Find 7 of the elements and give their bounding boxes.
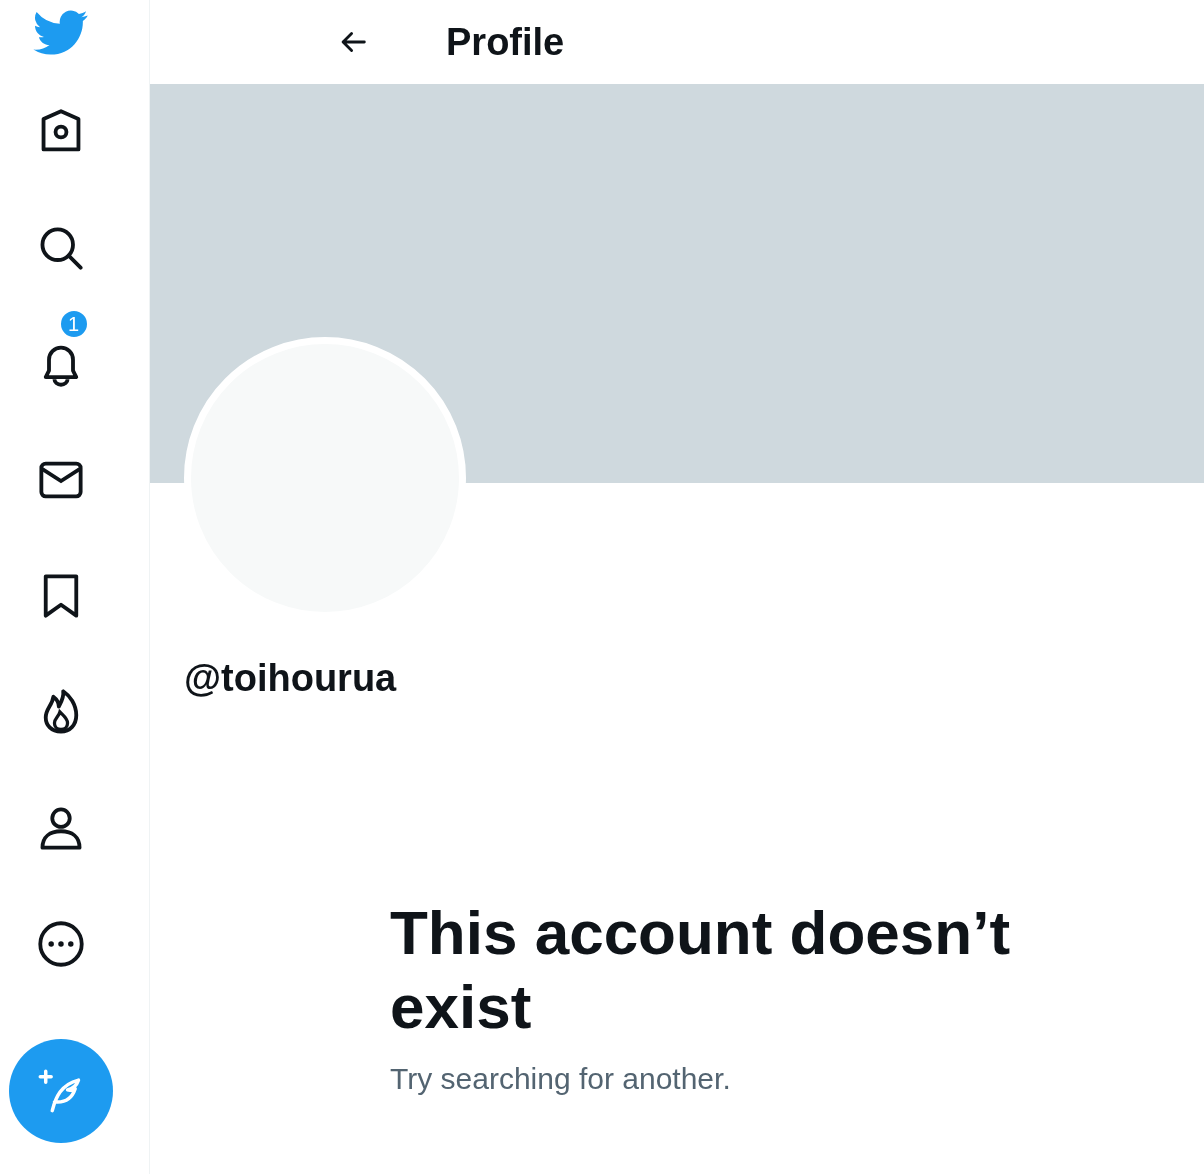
more-icon[interactable] — [36, 920, 85, 968]
empty-state-title: This account doesn’t exist — [390, 897, 1012, 1043]
page-title: Profile — [446, 20, 565, 64]
notification-badge: 1 — [58, 309, 89, 339]
empty-state-subtitle: Try searching for another. — [390, 1062, 732, 1096]
profile-handle: @toihourua — [183, 657, 398, 700]
bird-logo-icon[interactable] — [32, 10, 89, 56]
